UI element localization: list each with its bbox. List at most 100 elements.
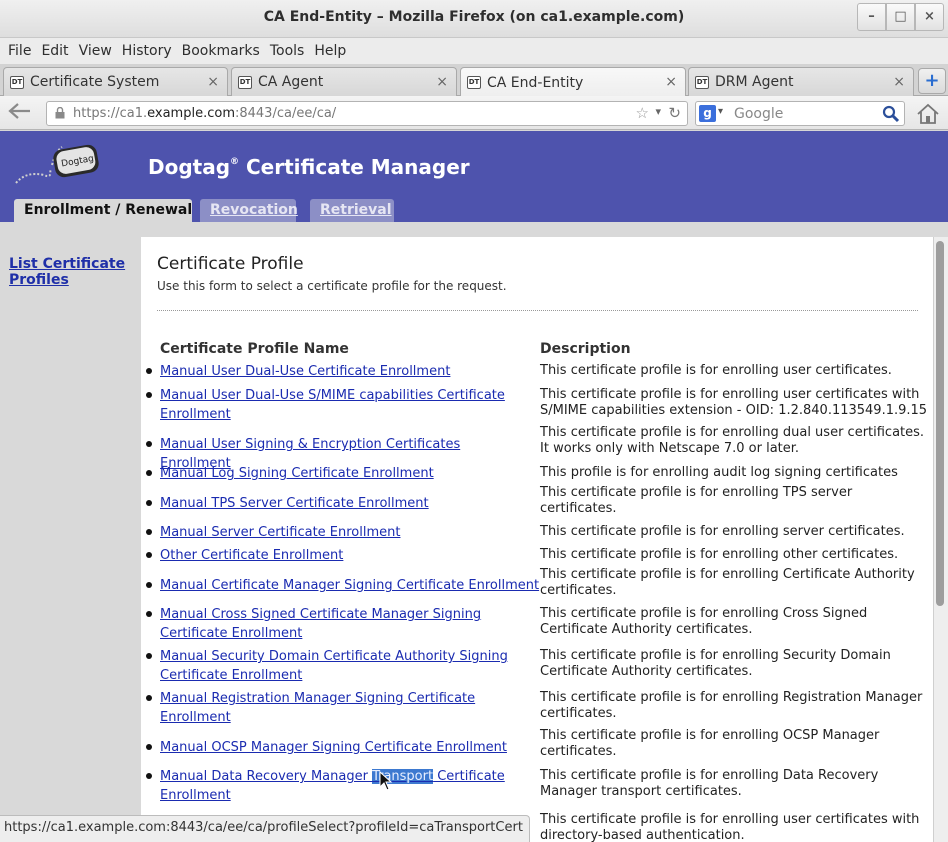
bullet (146, 500, 152, 506)
product-name: Dogtag (148, 155, 231, 179)
dogtag-favicon-icon: DT (467, 76, 481, 89)
padlock-icon (55, 107, 65, 119)
profile-description: This certificate profile is for enrollin… (540, 728, 880, 759)
tab-revocation[interactable]: Revocation (200, 199, 298, 222)
url-bar[interactable]: https://ca1.example.com:8443/ca/ee/ca/ ☆… (46, 101, 688, 126)
profile-link[interactable]: Manual User Dual-Use S/MIME capabilities… (160, 386, 532, 424)
profile-link[interactable]: Manual Security Domain Certificate Autho… (160, 647, 532, 685)
dogtag-banner: Dogtag Dogtag® Certificate Manager Enrol… (0, 131, 948, 222)
profile-link[interactable]: Manual Data Recovery Manager Transport C… (160, 767, 532, 805)
profile-link[interactable]: Other Certificate Enrollment (160, 546, 532, 565)
chevron-down-icon[interactable]: ▾ (655, 105, 661, 118)
profile-link[interactable]: Manual Log Signing Certificate Enrollmen… (160, 464, 532, 483)
new-tab-button[interactable]: + (918, 68, 946, 94)
bullet (146, 470, 152, 476)
tab-ca-end-entity[interactable]: DT CA End-Entity × (460, 67, 686, 97)
search-input[interactable]: Google (734, 106, 783, 122)
back-arrow-icon[interactable] (5, 101, 35, 125)
profile-description: This profile is for enrolling audit log … (540, 465, 898, 480)
close-tab-icon[interactable]: × (207, 74, 219, 90)
dogtag-logo-icon: Dogtag (15, 144, 99, 184)
bullet (146, 611, 152, 617)
profile-link[interactable]: Manual Registration Manager Signing Cert… (160, 689, 532, 727)
status-url-overlay: https://ca1.example.com:8443/ca/ee/ca/pr… (0, 815, 530, 842)
menu-bookmarks[interactable]: Bookmarks (177, 43, 265, 59)
close-tab-icon[interactable]: × (436, 74, 448, 90)
profile-link-text: Manual Data Recovery Manager (160, 769, 373, 784)
product-title: Dogtag® Certificate Manager (148, 155, 470, 179)
menu-tools[interactable]: Tools (265, 43, 310, 59)
bullet (146, 695, 152, 701)
google-icon[interactable]: g (699, 105, 716, 122)
profile-description: This certificate profile is for enrollin… (540, 387, 928, 418)
close-tab-icon[interactable]: × (893, 74, 905, 90)
divider (157, 310, 918, 311)
profile-description: This certificate profile is for enrollin… (540, 425, 925, 456)
minimize-button[interactable]: – (857, 3, 886, 31)
profile-description: This certificate profile is for enrollin… (540, 547, 899, 562)
profile-link[interactable]: Manual User Dual-Use Certificate Enrollm… (160, 362, 532, 381)
maximize-button[interactable]: □ (886, 3, 915, 31)
dogtag-favicon-icon: DT (10, 75, 24, 89)
close-window-button[interactable]: × (915, 3, 944, 31)
profile-description: This certificate profile is for enrollin… (540, 812, 920, 842)
navigation-toolbar: https://ca1.example.com:8443/ca/ee/ca/ ☆… (0, 96, 948, 130)
tab-retrieval[interactable]: Retrieval (310, 199, 394, 222)
tab-drm-agent[interactable]: DT DRM Agent × (688, 67, 914, 96)
page-subtitle: Use this form to select a certificate pr… (157, 279, 507, 293)
profile-link[interactable]: Manual Cross Signed Certificate Manager … (160, 605, 532, 643)
url-text: https://ca1.example.com:8443/ca/ee/ca/ (73, 106, 336, 121)
tab-label: Certificate System (30, 74, 160, 90)
bullet (146, 653, 152, 659)
content-panel: Certificate Profile Use this form to sel… (141, 237, 933, 842)
close-tab-icon[interactable]: × (665, 74, 677, 90)
bullet (146, 582, 152, 588)
bullet (146, 552, 152, 558)
bullet (146, 392, 152, 398)
reload-icon[interactable]: ↻ (668, 104, 681, 122)
profile-description: This certificate profile is for enrollin… (540, 485, 853, 516)
menu-help[interactable]: Help (309, 43, 351, 59)
profile-link[interactable]: Manual Server Certificate Enrollment (160, 523, 532, 542)
tab-certificate-system[interactable]: DT Certificate System × (3, 67, 228, 96)
page-viewport: Dogtag Dogtag® Certificate Manager Enrol… (0, 131, 948, 842)
home-icon[interactable] (914, 102, 942, 126)
profile-description: This certificate profile is for enrollin… (540, 606, 868, 637)
bookmark-star-icon[interactable]: ☆ (636, 104, 649, 122)
page-title: Certificate Profile (157, 254, 304, 274)
profile-description: This certificate profile is for enrollin… (540, 648, 891, 679)
menu-edit[interactable]: Edit (36, 43, 73, 59)
url-domain: example.com (147, 106, 235, 121)
bullet (146, 368, 152, 374)
tab-ca-agent[interactable]: DT CA Agent × (231, 67, 457, 96)
dogtag-favicon-icon: DT (695, 75, 709, 89)
chevron-down-icon[interactable]: ▾ (718, 106, 723, 117)
profile-link[interactable]: Manual TPS Server Certificate Enrollment (160, 494, 532, 513)
bullet (146, 744, 152, 750)
search-bar[interactable]: g ▾ Google (695, 101, 905, 126)
menu-file[interactable]: File (3, 43, 36, 59)
tab-label: DRM Agent (715, 74, 794, 90)
column-header-description: Description (540, 341, 631, 357)
list-certificate-profiles-link[interactable]: List Certificate Profiles (9, 256, 125, 288)
profile-description: This certificate profile is for enrollin… (540, 768, 879, 799)
menu-bar: File Edit View History Bookmarks Tools H… (0, 38, 948, 64)
search-icon[interactable] (882, 105, 900, 123)
url-prefix: https://ca1. (73, 106, 148, 121)
bullet (146, 441, 152, 447)
menu-history[interactable]: History (117, 43, 177, 59)
profile-description: This certificate profile is for enrollin… (540, 690, 923, 721)
scrollbar-thumb[interactable] (936, 241, 944, 606)
profile-link[interactable]: Manual Certificate Manager Signing Certi… (160, 576, 540, 595)
registered-mark: ® (230, 157, 240, 167)
window-title: CA End-Entity – Mozilla Firefox (on ca1.… (263, 9, 685, 25)
dogtag-favicon-icon: DT (238, 75, 252, 89)
profile-description: This certificate profile is for enrollin… (540, 363, 892, 378)
tab-enrollment-renewal[interactable]: Enrollment / Renewal (14, 199, 192, 222)
bullet (146, 773, 152, 779)
menu-view[interactable]: View (74, 43, 117, 59)
profile-description: This certificate profile is for enrollin… (540, 567, 915, 598)
profile-link[interactable]: Manual OCSP Manager Signing Certificate … (160, 738, 532, 757)
tab-label: CA End-Entity (487, 74, 584, 91)
window-controls: – □ × (857, 3, 944, 31)
